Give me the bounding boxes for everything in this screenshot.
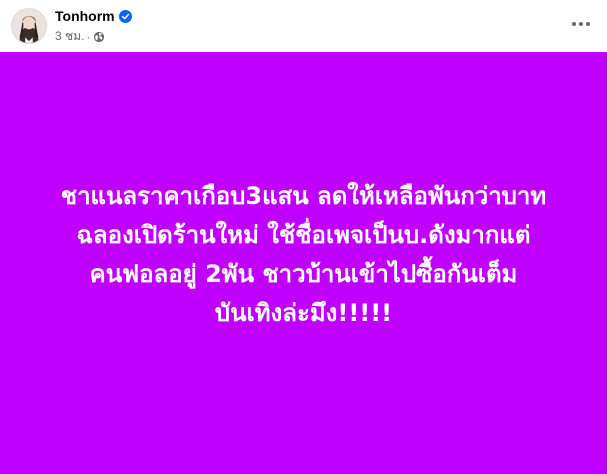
author-name[interactable]: Tonhorm bbox=[55, 8, 115, 24]
meta-separator: · bbox=[86, 29, 91, 44]
verified-badge-icon bbox=[118, 9, 132, 23]
post-timestamp[interactable]: 3 ชม. bbox=[55, 27, 84, 46]
avatar[interactable] bbox=[11, 8, 47, 44]
post-text-line: บันเทิงล่ะมึง!!!!! bbox=[214, 299, 393, 327]
author-name-row: Tonhorm bbox=[55, 8, 132, 24]
globe-icon[interactable] bbox=[93, 31, 105, 43]
post-text-line: ฉลองเปิดร้านใหม่ ใช้ชื่อเพจเป็นบ.ดังมากแ… bbox=[76, 221, 531, 249]
more-options-button[interactable] bbox=[565, 10, 597, 38]
post-text-line: คนฟอลอยู่ 2พัน ชาวบ้านเข้าไปซื้อกันเต็ม bbox=[89, 260, 518, 288]
post-text-background: ชาแนลราคาเกือบ3แสน ลดให้เหลือพันกว่าบาท … bbox=[0, 52, 607, 474]
post-text: ชาแนลราคาเกือบ3แสน ลดให้เหลือพันกว่าบาท … bbox=[9, 177, 599, 333]
post-header: Tonhorm 3 ชม. · bbox=[0, 0, 607, 52]
post-text-line: ชาแนลราคาเกือบ3แสน ลดให้เหลือพันกว่าบาท bbox=[60, 182, 547, 210]
post-meta: 3 ชม. · bbox=[55, 27, 105, 46]
avatar-image bbox=[12, 9, 46, 43]
more-options-icon bbox=[572, 22, 590, 26]
